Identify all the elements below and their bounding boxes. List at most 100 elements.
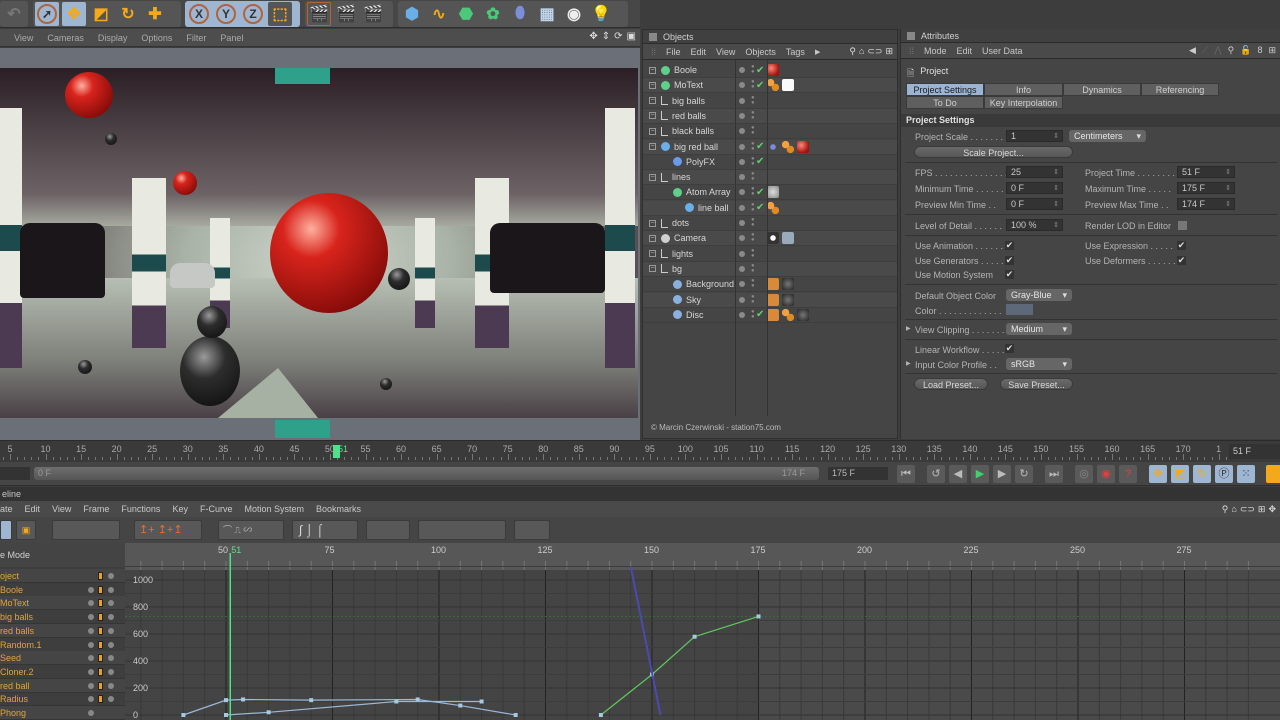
material-gray-tag-icon[interactable] xyxy=(767,186,779,199)
maximize-view-icon[interactable]: ▣ xyxy=(627,31,636,42)
compositing-tag-icon[interactable] xyxy=(767,278,779,291)
key-point-icon[interactable] xyxy=(1266,465,1280,483)
objects-menu-view[interactable]: View xyxy=(716,47,735,57)
home-icon[interactable]: ⌂ xyxy=(1231,504,1236,515)
material-white-tag-icon[interactable] xyxy=(782,79,794,92)
layer-dot-icon[interactable] xyxy=(739,82,745,89)
next-key-icon[interactable]: ↻ xyxy=(1015,465,1033,483)
expand-toggle-icon[interactable]: − xyxy=(649,81,656,89)
material-dark-tag-icon[interactable] xyxy=(782,278,794,291)
object-row[interactable]: Disc ● ● ✔ xyxy=(643,308,897,323)
curve-view-group[interactable] xyxy=(52,520,120,540)
track-row[interactable]: Random.1 xyxy=(0,638,125,652)
object-row[interactable]: − MoText ● ● ✔ xyxy=(643,78,897,94)
key-position-icon[interactable]: ✥ xyxy=(1149,465,1167,483)
cube-icon[interactable]: ⬢ xyxy=(400,2,424,26)
layer-dot-icon[interactable] xyxy=(739,174,745,181)
track-key-icon[interactable] xyxy=(98,585,103,594)
visibility-toggle-icon[interactable]: ● ● xyxy=(751,263,755,274)
timeline-menu-fcurve[interactable]: F-Curve xyxy=(200,504,233,514)
deformer-icon[interactable]: ⬮ xyxy=(508,2,532,26)
visibility-toggle-icon[interactable]: ● ● xyxy=(751,294,755,305)
object-row[interactable]: − Camera ● ● xyxy=(643,231,897,247)
track-solo-icon[interactable] xyxy=(88,668,94,675)
new-panel-icon[interactable]: ⊞ xyxy=(1268,45,1276,56)
scale-icon[interactable]: ◩ xyxy=(89,2,113,26)
color-swatch[interactable] xyxy=(1006,304,1033,315)
expand-toggle-icon[interactable]: − xyxy=(649,219,656,227)
object-name[interactable]: big balls xyxy=(672,96,705,106)
add-key-group[interactable]: ↥+ ↥+↥ ↥− xyxy=(134,520,202,554)
track-lock-icon[interactable] xyxy=(108,696,114,703)
enabled-check-icon[interactable]: ✔ xyxy=(756,65,764,76)
lock-icon[interactable]: 🔓 xyxy=(1240,45,1251,56)
live-selection-icon[interactable]: ➚ xyxy=(35,2,59,26)
enabled-check-icon[interactable]: ✔ xyxy=(756,309,764,320)
up-arrow-icon[interactable]: ⋀ xyxy=(1214,45,1221,56)
visibility-toggle-icon[interactable]: ● ● xyxy=(751,64,755,75)
undo-icon[interactable]: ↶ xyxy=(2,2,26,26)
visibility-toggle-icon[interactable]: ● ● xyxy=(751,309,755,320)
visibility-toggle-icon[interactable]: ● ● xyxy=(751,110,755,121)
visibility-toggle-icon[interactable]: ● ● xyxy=(751,202,755,213)
visibility-toggle-icon[interactable]: ● ● xyxy=(751,278,755,289)
layer-dot-icon[interactable] xyxy=(739,235,745,242)
compositing-tag-icon[interactable] xyxy=(767,293,779,306)
objects-menu-file[interactable]: File xyxy=(666,47,681,57)
interpolation-group[interactable]: ⌒ ⎍ ∽ xyxy=(218,520,284,540)
enabled-check-icon[interactable]: ✔ xyxy=(756,156,764,167)
playhead[interactable] xyxy=(333,445,341,458)
object-name[interactable]: red balls xyxy=(672,111,706,121)
more-arrow-icon[interactable]: ▶ xyxy=(815,48,820,56)
object-row[interactable]: − black balls ● ● xyxy=(643,124,897,140)
preview-max-input[interactable]: 174 F xyxy=(1177,198,1235,210)
mograph-icon[interactable]: ✿ xyxy=(481,2,505,26)
object-name[interactable]: MoText xyxy=(674,80,703,90)
fcurve-graph-svg[interactable]: 50 51 75 100 125 150 175 200 225 250 275 1000 800 600… xyxy=(125,543,1280,720)
timeline-ruler[interactable]: 5 10 15 20 25 30 35 40 45 50 51 55 60 65 70 75 80 85 90 95 1… xyxy=(0,440,1280,462)
tab-dynamics[interactable]: Dynamics xyxy=(1063,83,1141,96)
new-panel-icon[interactable]: ⊞ xyxy=(885,46,893,57)
move-icon[interactable]: ✥ xyxy=(62,2,86,26)
track-solo-icon[interactable] xyxy=(88,682,94,689)
visibility-toggle-icon[interactable]: ● ● xyxy=(751,232,755,243)
expand-toggle-icon[interactable]: − xyxy=(649,112,656,120)
layer-dot-icon[interactable] xyxy=(739,296,745,303)
material-dark-tag-icon[interactable] xyxy=(797,308,809,321)
object-row[interactable]: − lines ● ● xyxy=(643,170,897,186)
layer-dot-icon[interactable] xyxy=(739,67,745,73)
track-key-icon[interactable] xyxy=(98,667,103,676)
go-to-end-icon[interactable]: ⏭ xyxy=(1045,465,1063,483)
track-lock-icon[interactable] xyxy=(108,655,114,662)
go-to-start-icon[interactable]: ⏮ xyxy=(897,465,915,483)
floor-icon[interactable]: ▦ xyxy=(535,2,559,26)
home-icon[interactable]: ⌂ xyxy=(859,46,864,57)
preview-min-input[interactable]: 0 F xyxy=(1006,198,1063,210)
track-key-icon[interactable] xyxy=(98,572,103,580)
track-solo-icon[interactable] xyxy=(88,627,94,634)
lock-key-group[interactable] xyxy=(514,520,550,540)
object-name[interactable]: PolyFX xyxy=(686,157,715,167)
timeline-menu-edit[interactable]: Edit xyxy=(25,504,41,514)
track-lock-icon[interactable] xyxy=(108,682,114,689)
visibility-toggle-icon[interactable]: ● ● xyxy=(751,248,755,259)
record-icon[interactable]: ◉ xyxy=(1097,465,1115,483)
track-row[interactable]: Radius xyxy=(0,692,125,707)
scale-unit-dropdown[interactable]: Centimeters xyxy=(1069,130,1146,142)
track-row[interactable]: Seed xyxy=(0,651,125,666)
spline-icon[interactable]: ∿ xyxy=(427,2,451,26)
track-lock-icon[interactable] xyxy=(108,586,114,593)
track-solo-icon[interactable] xyxy=(88,641,94,648)
objects-menu-tags[interactable]: Tags xyxy=(786,47,805,57)
key-rotation-icon[interactable]: ↻ xyxy=(1193,465,1211,483)
camera-icon[interactable]: ◉ xyxy=(562,2,586,26)
viewport-menu-options[interactable]: Options xyxy=(141,33,172,43)
camera-tag-tag-icon[interactable] xyxy=(782,232,794,245)
layer-dot-icon[interactable] xyxy=(739,158,745,165)
track-key-icon[interactable] xyxy=(98,599,103,608)
object-row[interactable]: − dots ● ● xyxy=(643,216,897,231)
layer-dot-icon[interactable] xyxy=(739,189,745,196)
link-icon[interactable]: ⊂⊃ xyxy=(867,46,882,57)
object-name[interactable]: Camera xyxy=(674,233,706,243)
move-view-icon[interactable]: ✥ xyxy=(1268,504,1276,515)
